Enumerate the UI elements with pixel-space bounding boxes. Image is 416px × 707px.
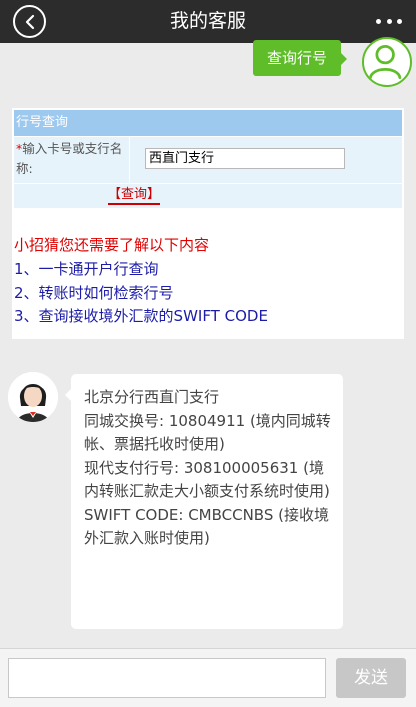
- suggest-title: 小招猜您还需要了解以下内容: [14, 236, 210, 254]
- query-button[interactable]: 【查询】: [108, 187, 161, 205]
- branch-search-input[interactable]: 西直门支行: [145, 148, 345, 169]
- composer-bar: 发送: [0, 648, 416, 707]
- faq-link[interactable]: 3、查询接收境外汇款的SWIFT CODE: [14, 305, 268, 326]
- panel-header: 行号查询: [14, 110, 402, 136]
- send-button[interactable]: 发送: [336, 658, 406, 698]
- bot-message-bubble: 北京分行西直门支行 同城交换号: 10804911 (境内同城转帐、票据托收时使…: [65, 374, 343, 629]
- bank-code-query-panel: 行号查询 *输入卡号或支行名称: 西直门支行 【查询】 小招猜您还需要了解以下内…: [12, 108, 404, 339]
- swift-code: SWIFT CODE: CMBCCNBS (接收境外汇款入账时使用): [84, 505, 329, 548]
- payment-code: 现代支付行号: 308100005631 (境内转账汇款走大小额支付系统时使用): [84, 458, 330, 501]
- user-message-bubble: 查询行号: [252, 40, 348, 76]
- more-button[interactable]: [376, 12, 402, 30]
- faq-link[interactable]: 2、转账时如何检索行号: [14, 282, 174, 303]
- branch-name: 北京分行西直门支行: [84, 388, 220, 406]
- faq-link[interactable]: 1、一卡通开户行查询: [14, 258, 159, 279]
- user-avatar-icon[interactable]: [362, 37, 412, 87]
- page-title: 我的客服: [169, 10, 246, 32]
- agent-avatar-icon: [8, 372, 58, 422]
- field-input-cell: 西直门支行: [130, 137, 402, 183]
- query-button-row: 【查询】: [14, 184, 402, 208]
- field-label-cell: *输入卡号或支行名称:: [14, 137, 129, 183]
- field-label: 输入卡号或支行名称:: [16, 141, 123, 176]
- more-dots-icon: [376, 18, 381, 24]
- top-bar: 我的客服: [0, 0, 416, 43]
- message-input[interactable]: [8, 658, 326, 698]
- clearing-code: 同城交换号: 10804911 (境内同城转帐、票据托收时使用): [84, 411, 331, 454]
